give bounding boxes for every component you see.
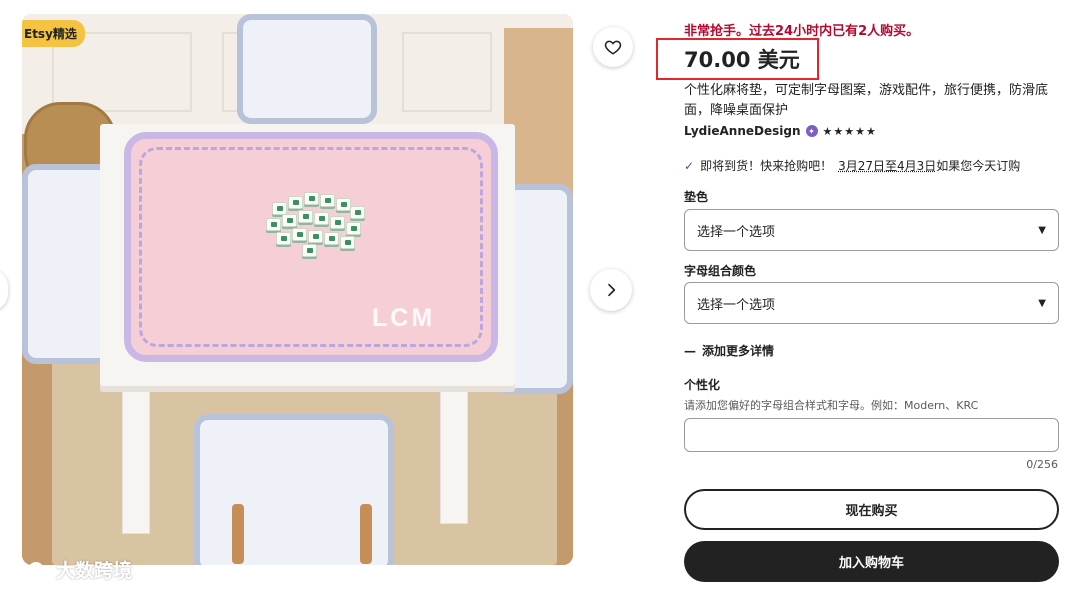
personalization-hint: 请添加您偏好的字母组合样式和字母。例如：Modern、KRC: [684, 399, 979, 412]
minus-icon: —: [684, 343, 696, 358]
mahjong-tiles: [266, 188, 366, 257]
chevron-right-icon: [608, 283, 616, 297]
add-more-details-label: 添加更多详情: [702, 344, 775, 358]
add-to-cart-button[interactable]: 加入购物车: [684, 541, 1059, 582]
mat-monogram: LCM: [372, 304, 436, 332]
photo-table-leg: [122, 374, 150, 534]
watermark-text: 大数跨境: [56, 560, 133, 582]
watermark-logo-icon: [8, 559, 52, 581]
letter-color-select[interactable]: 选择一个选项 ▼: [684, 282, 1059, 324]
previous-image-button[interactable]: [0, 269, 8, 311]
mat-color-value: 选择一个选项: [697, 224, 776, 240]
add-more-details-toggle[interactable]: — 添加更多详情: [684, 342, 774, 359]
letter-color-value: 选择一个选项: [697, 297, 776, 313]
photo-table-leg: [440, 374, 468, 524]
watermark: 大数跨境: [8, 556, 132, 583]
favorite-button[interactable]: [593, 27, 633, 67]
shop-name-link[interactable]: LydieAnneDesign: [684, 124, 801, 138]
rating-stars[interactable]: ★★★★★: [823, 125, 877, 138]
etsy-pick-badge: Etsy精选: [22, 20, 85, 47]
mat-color-label: 垫色: [684, 190, 709, 204]
delivery-estimate: ✓ 即将到货！快来抢购吧！ 3月27日至4月3日 如果您今天订购: [684, 157, 1020, 174]
next-image-button[interactable]: [590, 269, 632, 311]
heart-icon: [604, 40, 622, 55]
personalization-label: 个性化: [684, 378, 721, 392]
product-image[interactable]: LCM Etsy精选: [22, 14, 573, 565]
character-counter: 0/256: [1026, 458, 1058, 471]
caret-down-icon: ▼: [1038, 224, 1046, 236]
mat-color-select[interactable]: 选择一个选项 ▼: [684, 209, 1059, 251]
delivery-suffix: 如果您今天订购: [936, 159, 1021, 173]
delivery-prefix: 即将到货！快来抢购吧！: [700, 159, 833, 173]
buy-now-button[interactable]: 现在购买: [684, 489, 1059, 530]
letter-color-label: 字母组合颜色: [684, 264, 757, 278]
caret-down-icon: ▼: [1038, 297, 1046, 309]
personalization-textarea[interactable]: [684, 418, 1059, 452]
shop-info: LydieAnneDesign ✦ ★★★★★: [684, 124, 877, 138]
photo-chair-back: [237, 14, 377, 124]
product-title: 个性化麻将垫，可定制字母图案，游戏配件，旅行便携，防滑底面，降噪桌面保护: [684, 83, 1049, 118]
price: 70.00 美元: [684, 48, 800, 72]
star-seller-icon: ✦: [805, 125, 818, 137]
delivery-dates-link[interactable]: 3月27日至4月3日: [838, 157, 936, 174]
check-icon: ✓: [684, 158, 695, 173]
urgency-message: 非常抢手。过去24小时内已有2人购买。: [684, 24, 920, 39]
